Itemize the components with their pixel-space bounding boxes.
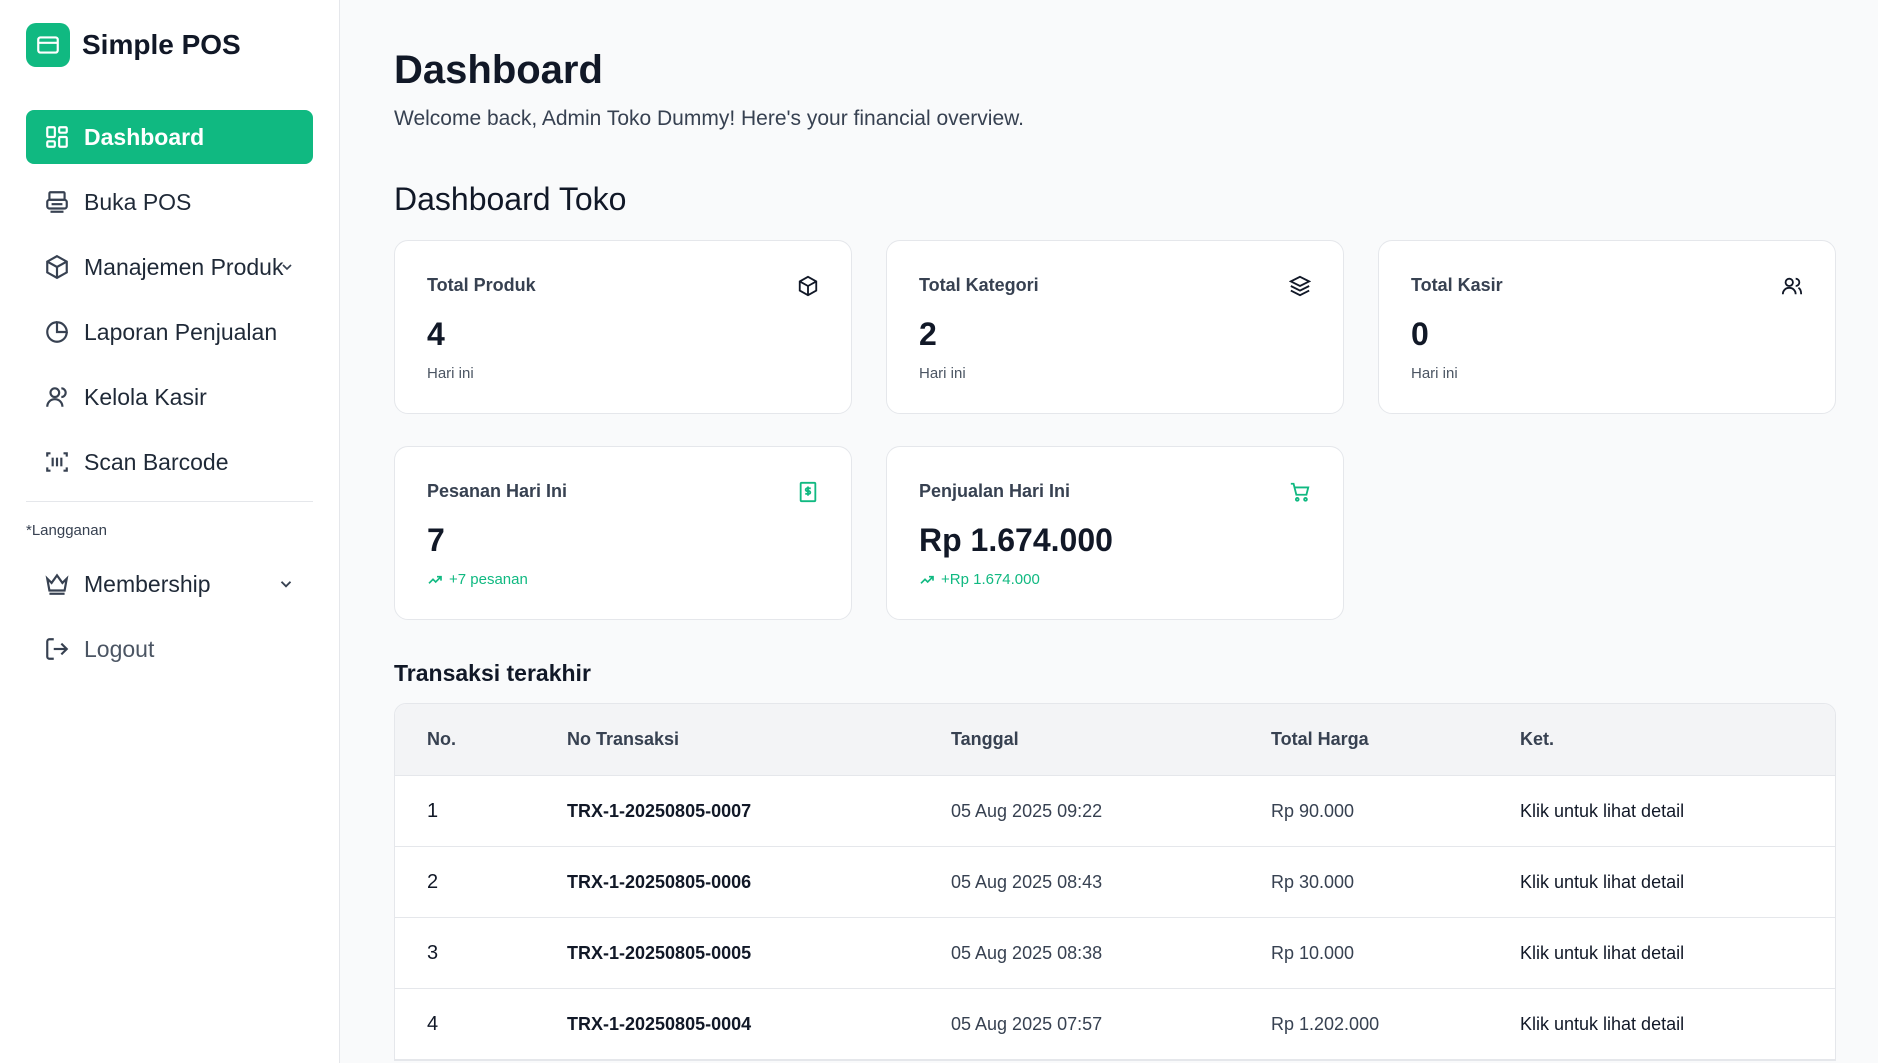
stat-card-value: 2 xyxy=(919,316,937,352)
box-icon xyxy=(798,275,818,297)
cell-no: 1 xyxy=(427,799,439,822)
cart-icon xyxy=(1290,482,1310,502)
sidebar-item-scan-barcode[interactable]: Scan Barcode xyxy=(26,435,313,489)
stat-card-foot: Hari ini xyxy=(919,365,966,382)
sidebar-divider xyxy=(26,501,313,502)
stat-card-foot: Hari ini xyxy=(1411,365,1458,382)
cell-date: 05 Aug 2025 08:38 xyxy=(951,942,1103,963)
stat-card-total-kasir: Total Kasir 0 Hari ini xyxy=(1378,240,1836,414)
barcode-scan-icon xyxy=(46,452,68,472)
cell-no: 2 xyxy=(427,870,439,893)
stat-card-foot: +Rp 1.674.000 xyxy=(919,571,1311,588)
stat-card-value: 0 xyxy=(1411,316,1429,352)
stat-card-value: 4 xyxy=(427,316,445,352)
stat-card-label: Penjualan Hari Ini xyxy=(919,481,1071,501)
table-header: No. No Transaksi Tanggal Total Harga Ket… xyxy=(395,704,1835,776)
table-row[interactable]: 1 TRX-1-20250805-0007 05 Aug 2025 09:22 … xyxy=(395,776,1835,847)
box-icon xyxy=(46,254,68,280)
transactions-title: Transaksi terakhir xyxy=(394,660,591,686)
stat-card-total-kategori: Total Kategori 2 Hari ini xyxy=(886,240,1344,414)
column-header-ket: Ket. xyxy=(1520,729,1555,749)
cell-trx: TRX-1-20250805-0006 xyxy=(567,871,752,892)
printer-icon xyxy=(46,191,68,213)
column-header-trx: No Transaksi xyxy=(567,729,680,749)
card-logo-icon xyxy=(26,23,70,67)
stat-card-penjualan-hari-ini: Penjualan Hari Ini Rp 1.674.000 +Rp 1.67… xyxy=(886,446,1344,620)
stat-card-value: 7 xyxy=(427,522,445,558)
sidebar-item-laporan-penjualan[interactable]: Laporan Penjualan xyxy=(26,305,313,359)
stat-card-foot-text: +7 pesanan xyxy=(449,571,528,588)
stat-card-label: Total Kategori xyxy=(919,275,1039,295)
stat-card-pesanan-hari-ini: Pesanan Hari Ini 7 +7 pesanan xyxy=(394,446,852,620)
transactions-table: No. No Transaksi Tanggal Total Harga Ket… xyxy=(394,703,1836,1061)
app-name: Simple POS xyxy=(82,29,241,60)
stat-cards: Total Produk 4 Hari ini Total Kategori 2… xyxy=(394,240,1836,620)
sidebar-item-membership[interactable]: Membership xyxy=(26,557,313,611)
pie-chart-icon xyxy=(46,321,68,343)
chevron-down-icon xyxy=(280,581,292,588)
column-header-date: Tanggal xyxy=(951,729,1019,749)
section-title: Dashboard Toko xyxy=(394,181,627,217)
sidebar: Simple POS Dashboard Buka POS Manajemen … xyxy=(0,0,340,1063)
brand[interactable]: Simple POS xyxy=(26,22,313,68)
users-icon xyxy=(1781,277,1803,295)
cell-total: Rp 1.202.000 xyxy=(1271,1013,1380,1034)
sidebar-item-label: Buka POS xyxy=(84,188,192,215)
sidebar-item-dashboard[interactable]: Dashboard xyxy=(26,110,313,164)
cell-date: 05 Aug 2025 08:43 xyxy=(951,871,1103,892)
stat-card-foot: Hari ini xyxy=(427,365,474,382)
user-icon xyxy=(46,387,67,407)
cell-no: 3 xyxy=(427,941,439,964)
column-header-total: Total Harga xyxy=(1271,729,1369,749)
stat-card-value: Rp 1.674.000 xyxy=(919,522,1113,558)
table-row[interactable]: 3 TRX-1-20250805-0005 05 Aug 2025 08:38 … xyxy=(395,918,1835,989)
sidebar-item-logout[interactable]: Logout xyxy=(26,622,313,676)
stat-card-foot-text: +Rp 1.674.000 xyxy=(941,571,1040,588)
stat-card-foot: +7 pesanan xyxy=(427,571,819,588)
table-row[interactable]: 4 TRX-1-20250805-0004 05 Aug 2025 07:57 … xyxy=(395,989,1835,1060)
sidebar-item-label: Kelola Kasir xyxy=(84,383,207,410)
stat-card-total-produk: Total Produk 4 Hari ini xyxy=(394,240,852,414)
column-header-no: No. xyxy=(427,729,456,749)
stat-card-label: Total Kasir xyxy=(1411,275,1503,295)
sidebar-item-label: Dashboard xyxy=(84,123,205,150)
cell-date: 05 Aug 2025 07:57 xyxy=(951,1013,1103,1034)
cell-total: Rp 30.000 xyxy=(1271,871,1355,892)
receipt-dollar-icon xyxy=(799,481,817,503)
cell-total: Rp 10.000 xyxy=(1271,942,1355,963)
section-label-langganan: *Langganan xyxy=(26,522,107,539)
sidebar-item-label: Manajemen Produk xyxy=(84,253,284,280)
chevron-down-icon xyxy=(282,264,292,271)
stat-card-label: Pesanan Hari Ini xyxy=(427,481,568,501)
grid-icon xyxy=(46,126,68,148)
sidebar-item-label: Scan Barcode xyxy=(84,448,229,475)
crown-icon xyxy=(45,573,69,595)
sidebar-item-manajemen-produk[interactable]: Manajemen Produk xyxy=(26,240,313,294)
cell-trx: TRX-1-20250805-0005 xyxy=(567,942,752,963)
page-title: Dashboard xyxy=(394,48,603,92)
page-subtitle: Welcome back, Admin Toko Dummy! Here's y… xyxy=(394,107,1024,130)
cell-date: 05 Aug 2025 09:22 xyxy=(951,800,1103,821)
sidebar-item-buka-pos[interactable]: Buka POS xyxy=(26,175,313,229)
cell-ket-link[interactable]: Klik untuk lihat detail xyxy=(1520,1014,1835,1035)
cell-ket-link[interactable]: Klik untuk lihat detail xyxy=(1520,943,1835,964)
cell-trx: TRX-1-20250805-0004 xyxy=(567,1013,752,1034)
cell-ket-link[interactable]: Klik untuk lihat detail xyxy=(1520,872,1835,893)
sidebar-item-label: Logout xyxy=(84,635,155,662)
main-content: Dashboard Welcome back, Admin Toko Dummy… xyxy=(340,0,1878,1063)
cell-ket-link[interactable]: Klik untuk lihat detail xyxy=(1520,801,1835,822)
trending-up-icon xyxy=(920,575,934,584)
cell-trx: TRX-1-20250805-0007 xyxy=(567,800,752,821)
sidebar-item-label: Laporan Penjualan xyxy=(84,318,278,345)
sidebar-item-kelola-kasir[interactable]: Kelola Kasir xyxy=(26,370,313,424)
layers-icon xyxy=(1289,275,1311,297)
logout-icon xyxy=(46,638,69,660)
table-row[interactable]: 2 TRX-1-20250805-0006 05 Aug 2025 08:43 … xyxy=(395,847,1835,918)
cell-no: 4 xyxy=(427,1012,439,1035)
cell-total: Rp 90.000 xyxy=(1271,800,1355,821)
stat-card-label: Total Produk xyxy=(427,275,536,295)
trending-up-icon xyxy=(428,575,442,584)
sidebar-item-label: Membership xyxy=(84,570,211,597)
